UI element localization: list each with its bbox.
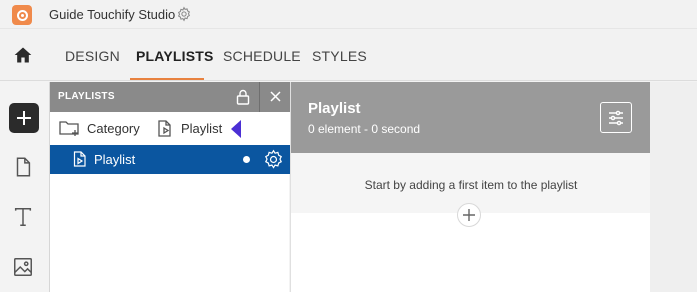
text-icon[interactable] — [12, 206, 34, 228]
add-category-label: Category — [87, 120, 140, 136]
sliders-icon — [609, 110, 623, 125]
panel-title: PLAYLISTS — [58, 91, 115, 102]
lock-icon[interactable] — [236, 89, 250, 105]
gear-icon[interactable] — [263, 149, 284, 170]
playlist-summary: 0 element - 0 second — [308, 122, 421, 136]
playlist-header: Playlist 0 element - 0 second — [291, 82, 651, 153]
playlist-title: Playlist — [308, 100, 361, 117]
app-title: Guide Touchify Studio — [49, 7, 176, 22]
panel-header-divider — [259, 82, 260, 112]
add-item-button[interactable] — [457, 203, 481, 227]
tab-playlists[interactable]: PLAYLISTS — [136, 48, 214, 64]
left-toolbar — [0, 82, 48, 292]
add-button[interactable] — [9, 103, 39, 133]
top-nav: DESIGN PLAYLISTS SCHEDULE STYLES — [0, 29, 697, 81]
tab-design[interactable]: DESIGN — [65, 48, 120, 64]
image-icon[interactable] — [12, 256, 34, 278]
playlist-settings-button[interactable] — [600, 102, 632, 133]
folder-add-icon — [59, 121, 79, 136]
app-logo-icon — [12, 5, 32, 25]
active-tab-indicator — [130, 78, 204, 80]
gear-icon[interactable] — [176, 6, 192, 22]
empty-message: Start by adding a first item to the play… — [364, 178, 578, 192]
right-panel-strip — [650, 82, 697, 292]
add-category-button[interactable]: Category — [59, 120, 140, 136]
tab-schedule[interactable]: SCHEDULE — [223, 48, 301, 64]
plus-icon — [17, 111, 31, 125]
playlist-editor: Playlist 0 element - 0 second Start by a… — [290, 82, 651, 292]
add-playlist-label: Playlist — [181, 121, 223, 136]
playlists-toolbar: Category Playlist — [50, 112, 290, 145]
playlist-list-item[interactable]: Playlist — [50, 145, 290, 174]
playlist-icon — [73, 151, 86, 167]
pointer-arrow-icon — [231, 120, 241, 138]
playlist-item-label: Playlist — [94, 152, 136, 167]
playlists-panel: PLAYLISTS Category Playlist Playlist — [49, 82, 290, 292]
home-icon[interactable] — [13, 45, 33, 65]
tab-styles[interactable]: STYLES — [312, 48, 367, 64]
playlist-add-icon — [158, 120, 171, 137]
title-bar: Guide Touchify Studio — [0, 0, 697, 29]
unsaved-dot — [243, 156, 250, 163]
close-icon[interactable] — [269, 90, 282, 103]
page-icon[interactable] — [12, 156, 34, 178]
panel-header: PLAYLISTS — [50, 82, 290, 112]
plus-icon — [463, 209, 475, 221]
add-playlist-button[interactable]: Playlist — [157, 120, 222, 137]
